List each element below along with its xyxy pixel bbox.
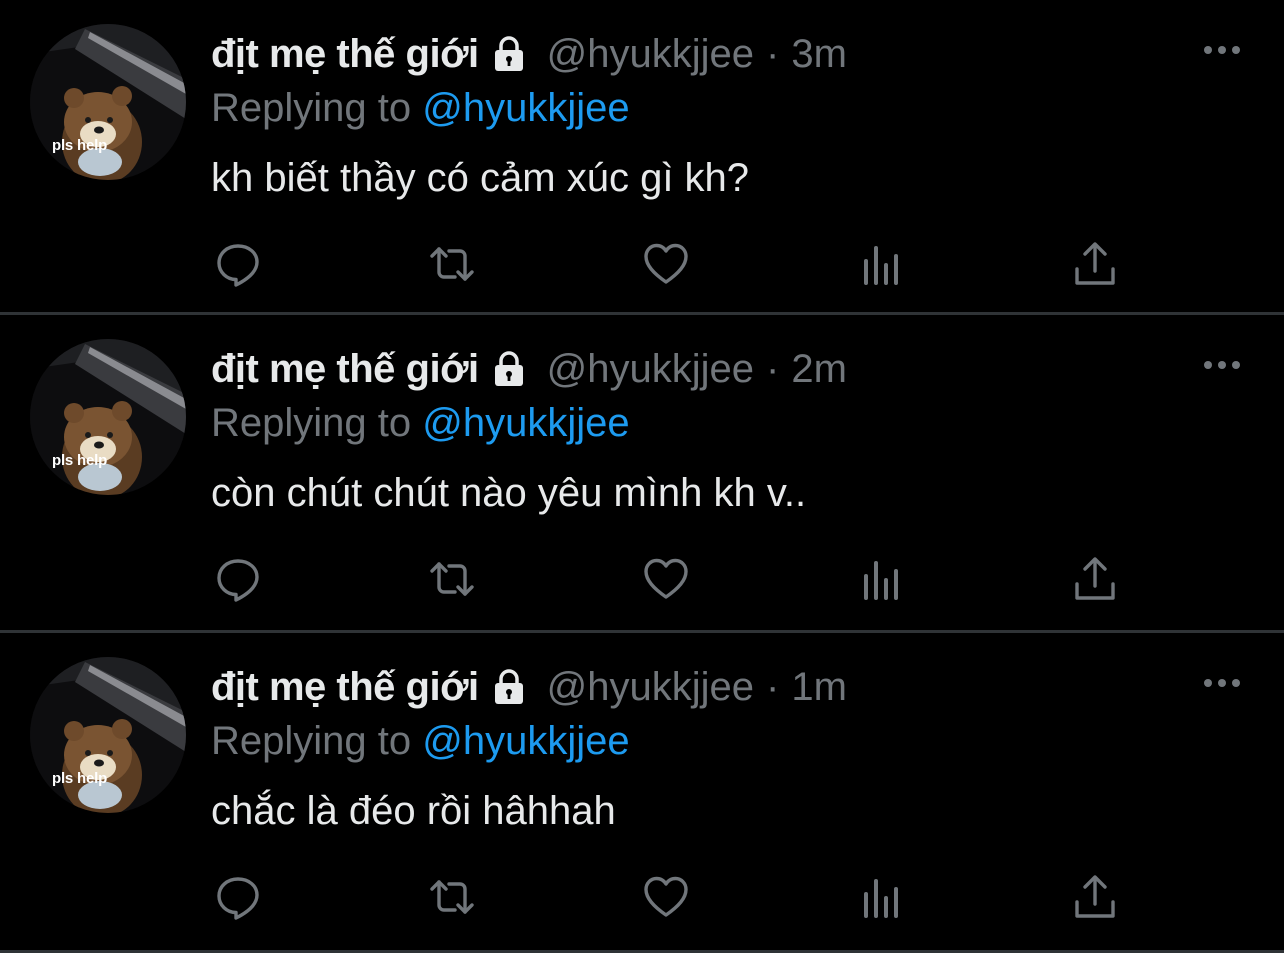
lock-icon bbox=[489, 34, 529, 74]
avatar[interactable]: pls help bbox=[30, 24, 186, 180]
timestamp[interactable]: 3m bbox=[791, 32, 847, 77]
display-name[interactable]: địt mẹ thế giới bbox=[211, 665, 479, 710]
tweet-feed: pls help địt mẹ thế giới @hyukkjjee · 3m bbox=[0, 0, 1284, 953]
retweet-icon[interactable] bbox=[424, 551, 480, 607]
tweet-header: địt mẹ thế giới @hyukkjjee · 2m bbox=[211, 341, 1254, 397]
avatar-caption: pls help bbox=[52, 452, 108, 469]
action-bar bbox=[211, 551, 1131, 611]
replying-to: Replying to @hyukkjjee bbox=[211, 715, 1254, 767]
avatar[interactable]: pls help bbox=[30, 657, 186, 813]
replying-mention[interactable]: @hyukkjjee bbox=[422, 401, 629, 445]
handle[interactable]: @hyukkjjee bbox=[547, 665, 754, 710]
tweet-content: địt mẹ thế giới @hyukkjjee · 1m Replying… bbox=[211, 659, 1254, 837]
share-icon[interactable] bbox=[1067, 869, 1123, 925]
tweet-header: địt mẹ thế giới @hyukkjjee · 1m bbox=[211, 659, 1254, 715]
like-icon[interactable] bbox=[638, 236, 694, 292]
tweet[interactable]: pls help địt mẹ thế giới @hyukkjjee · 3m bbox=[0, 0, 1284, 315]
lock-icon bbox=[489, 667, 529, 707]
like-icon[interactable] bbox=[638, 869, 694, 925]
reply-icon[interactable] bbox=[210, 869, 266, 925]
tweet-header: địt mẹ thế giới @hyukkjjee · 3m bbox=[211, 26, 1254, 82]
share-icon[interactable] bbox=[1067, 551, 1123, 607]
action-bar bbox=[211, 236, 1131, 296]
retweet-icon[interactable] bbox=[424, 236, 480, 292]
replying-mention[interactable]: @hyukkjjee bbox=[422, 719, 629, 763]
replying-to: Replying to @hyukkjjee bbox=[211, 397, 1254, 449]
avatar-image bbox=[30, 24, 186, 180]
avatar-image bbox=[30, 339, 186, 495]
avatar-caption: pls help bbox=[52, 137, 108, 154]
separator: · bbox=[766, 31, 780, 76]
avatar[interactable]: pls help bbox=[30, 339, 186, 495]
more-options-icon[interactable] bbox=[1202, 355, 1242, 375]
display-name[interactable]: địt mẹ thế giới bbox=[211, 347, 479, 392]
tweet[interactable]: pls help địt mẹ thế giới @hyukkjjee · 2m bbox=[0, 315, 1284, 633]
separator: · bbox=[766, 346, 780, 391]
tweet-text: kh biết thầy có cảm xúc gì kh? bbox=[211, 156, 750, 200]
avatar-caption: pls help bbox=[52, 770, 108, 787]
lock-icon bbox=[489, 349, 529, 389]
replying-prefix: Replying to bbox=[211, 86, 412, 130]
tweet-text: chắc là đéo rồi hâhhah bbox=[211, 789, 616, 833]
like-icon[interactable] bbox=[638, 551, 694, 607]
share-icon[interactable] bbox=[1067, 236, 1123, 292]
replying-prefix: Replying to bbox=[211, 719, 412, 763]
views-icon[interactable] bbox=[854, 869, 910, 925]
tweet-content: địt mẹ thế giới @hyukkjjee · 2m Replying… bbox=[211, 341, 1254, 519]
handle[interactable]: @hyukkjjee bbox=[547, 347, 754, 392]
views-icon[interactable] bbox=[854, 551, 910, 607]
avatar-image bbox=[30, 657, 186, 813]
views-icon[interactable] bbox=[854, 236, 910, 292]
retweet-icon[interactable] bbox=[424, 869, 480, 925]
more-options-icon[interactable] bbox=[1202, 673, 1242, 693]
action-bar bbox=[211, 869, 1131, 929]
replying-to: Replying to @hyukkjjee bbox=[211, 82, 1254, 134]
tweet[interactable]: pls help địt mẹ thế giới @hyukkjjee · 1m bbox=[0, 633, 1284, 953]
timestamp[interactable]: 1m bbox=[791, 665, 847, 710]
reply-icon[interactable] bbox=[210, 236, 266, 292]
handle[interactable]: @hyukkjjee bbox=[547, 32, 754, 77]
tweet-content: địt mẹ thế giới @hyukkjjee · 3m Replying… bbox=[211, 26, 1254, 204]
more-options-icon[interactable] bbox=[1202, 40, 1242, 60]
display-name[interactable]: địt mẹ thế giới bbox=[211, 32, 479, 77]
timestamp[interactable]: 2m bbox=[791, 347, 847, 392]
separator: · bbox=[766, 664, 780, 709]
replying-prefix: Replying to bbox=[211, 401, 412, 445]
replying-mention[interactable]: @hyukkjjee bbox=[422, 86, 629, 130]
tweet-text: còn chút chút nào yêu mình kh v.. bbox=[211, 471, 807, 515]
reply-icon[interactable] bbox=[210, 551, 266, 607]
